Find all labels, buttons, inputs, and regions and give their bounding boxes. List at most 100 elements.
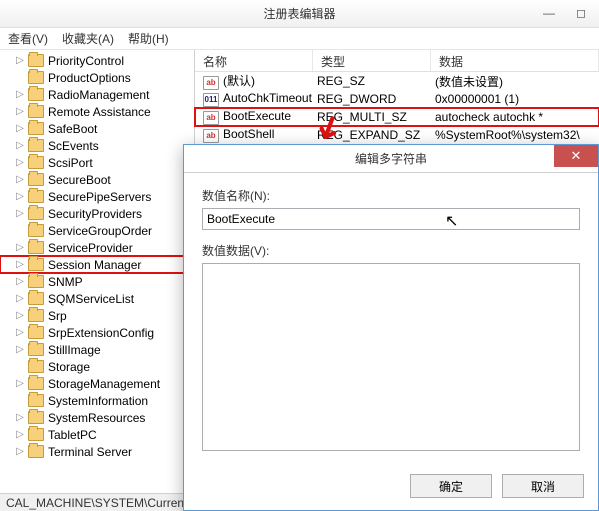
tree-node[interactable]: ▷ SystemResources (0, 409, 194, 426)
tree-node[interactable]: ▷SQMServiceList (0, 290, 194, 307)
window-title: 注册表编辑器 (263, 5, 335, 22)
list-row[interactable]: abBootShellREG_EXPAND_SZ%SystemRoot%\sys… (195, 126, 599, 144)
tree-label: ScsiPort (48, 156, 93, 170)
value-data: %SystemRoot%\system32\ (431, 128, 599, 142)
tree-node[interactable]: ▷ SrpExtensionConfig (0, 324, 194, 341)
tree-node[interactable]: ▷ SecureBoot (0, 171, 194, 188)
expander-icon[interactable]: ▷ (14, 191, 26, 202)
close-button[interactable]: ✕ (554, 145, 598, 167)
tree-label: SrpExtensionConfig (48, 326, 154, 340)
expander-icon[interactable]: ▷ (14, 378, 26, 389)
folder-icon (28, 326, 44, 339)
folder-icon (28, 241, 44, 254)
col-data[interactable]: 数据 (431, 50, 599, 71)
tree-node[interactable]: ▷ ScsiPort (0, 154, 194, 171)
tree-node[interactable]: ProductOptions (0, 69, 194, 86)
list-row[interactable]: abBootExecuteREG_MULTI_SZautocheck autoc… (195, 108, 599, 126)
tree-node[interactable]: ServiceGroupOrder (0, 222, 194, 239)
folder-icon (28, 105, 44, 118)
expander-icon[interactable]: ▷ (14, 412, 26, 423)
expander-icon[interactable]: ▷ (14, 310, 26, 321)
tree-label: StorageManagement (48, 377, 160, 391)
folder-icon (28, 173, 44, 186)
folder-icon (28, 207, 44, 220)
value-name: (默认) (223, 74, 255, 88)
tree-label: Remote Assistance (48, 105, 151, 119)
expander-icon[interactable]: ▷ (14, 293, 26, 304)
value-data-textarea[interactable] (202, 263, 580, 451)
value-data: autocheck autochk * (431, 110, 599, 124)
folder-icon (28, 275, 44, 288)
value-type: REG_DWORD (313, 92, 431, 106)
expander-icon[interactable]: ▷ (14, 259, 26, 270)
tree-label: ServiceProvider (48, 241, 133, 255)
value-type: REG_MULTI_SZ (313, 110, 431, 124)
tree-label: SecurityProviders (48, 207, 142, 221)
folder-icon (28, 428, 44, 441)
tree-node[interactable]: ▷SafeBoot (0, 120, 194, 137)
expander-icon[interactable]: ▷ (14, 327, 26, 338)
minimize-button[interactable]: — (535, 4, 563, 22)
expander-icon[interactable]: ▷ (14, 446, 26, 457)
col-type[interactable]: 类型 (313, 50, 431, 71)
tree-node[interactable]: ▷Session Manager (0, 256, 194, 273)
expander-icon[interactable]: ▷ (14, 344, 26, 355)
tree-label: SNMP (48, 275, 83, 289)
list-row[interactable]: 011AutoChkTimeoutREG_DWORD0x00000001 (1) (195, 90, 599, 108)
tree-node[interactable]: ▷StillImage (0, 341, 194, 358)
tree-node[interactable]: ▷ SNMP (0, 273, 194, 290)
cancel-button[interactable]: 取消 (502, 474, 584, 498)
tree-node[interactable]: SystemInformation (0, 392, 194, 409)
value-name: BootExecute (223, 109, 291, 123)
expander-icon[interactable]: ▷ (14, 140, 26, 151)
expander-icon[interactable]: ▷ (14, 89, 26, 100)
expander-icon[interactable]: ▷ (14, 276, 26, 287)
menu-favorites[interactable]: 收藏夹(A) (62, 30, 114, 47)
tree-node[interactable]: ▷ScEvents (0, 137, 194, 154)
expander-icon[interactable]: ▷ (14, 123, 26, 134)
data-label: 数值数据(V): (202, 242, 580, 259)
folder-icon (28, 190, 44, 203)
expander-icon[interactable]: ▷ (14, 55, 26, 66)
expander-icon[interactable]: ▷ (14, 208, 26, 219)
maximize-button[interactable]: ◻ (567, 4, 595, 22)
folder-icon (28, 139, 44, 152)
folder-icon (28, 394, 44, 407)
tree-label: ServiceGroupOrder (48, 224, 152, 238)
value-name-input[interactable] (202, 208, 580, 230)
tree-node[interactable]: Storage (0, 358, 194, 375)
tree-node[interactable]: ▷ TabletPC (0, 426, 194, 443)
ok-button[interactable]: 确定 (410, 474, 492, 498)
expander-icon[interactable]: ▷ (14, 429, 26, 440)
expander-icon[interactable]: ▷ (14, 242, 26, 253)
tree-node[interactable]: ▷ StorageManagement (0, 375, 194, 392)
dialog-title: 编辑多字符串 (355, 150, 427, 167)
tree-node[interactable]: ▷ Remote Assistance (0, 103, 194, 120)
tree-node[interactable]: ▷ Terminal Server (0, 443, 194, 460)
tree-label: SystemResources (48, 411, 145, 425)
tree-label: TabletPC (48, 428, 97, 442)
folder-icon (28, 258, 44, 271)
col-name[interactable]: 名称 (195, 50, 313, 71)
tree-node[interactable]: ▷SecurePipeServers (0, 188, 194, 205)
folder-icon (28, 360, 44, 373)
tree-label: Storage (48, 360, 90, 374)
tree-node[interactable]: ▷ ServiceProvider (0, 239, 194, 256)
expander-icon[interactable]: ▷ (14, 157, 26, 168)
tree-node[interactable]: ▷RadioManagement (0, 86, 194, 103)
value-name: BootShell (223, 127, 274, 141)
menu-view[interactable]: 查看(V) (8, 30, 48, 47)
tree-label: PriorityControl (48, 54, 124, 68)
value-name: AutoChkTimeout (223, 91, 312, 105)
tree-node[interactable]: ▷Srp (0, 307, 194, 324)
tree-node[interactable]: ▷ SecurityProviders (0, 205, 194, 222)
menu-help[interactable]: 帮助(H) (128, 30, 169, 47)
key-tree[interactable]: ▷ PriorityControlProductOptions▷RadioMana… (0, 50, 195, 493)
tree-label: Terminal Server (48, 445, 132, 459)
expander-icon[interactable]: ▷ (14, 174, 26, 185)
name-label: 数值名称(N): (202, 187, 580, 204)
tree-label: SecureBoot (48, 173, 111, 187)
expander-icon[interactable]: ▷ (14, 106, 26, 117)
tree-node[interactable]: ▷ PriorityControl (0, 52, 194, 69)
list-row[interactable]: ab(默认)REG_SZ(数值未设置) (195, 72, 599, 90)
